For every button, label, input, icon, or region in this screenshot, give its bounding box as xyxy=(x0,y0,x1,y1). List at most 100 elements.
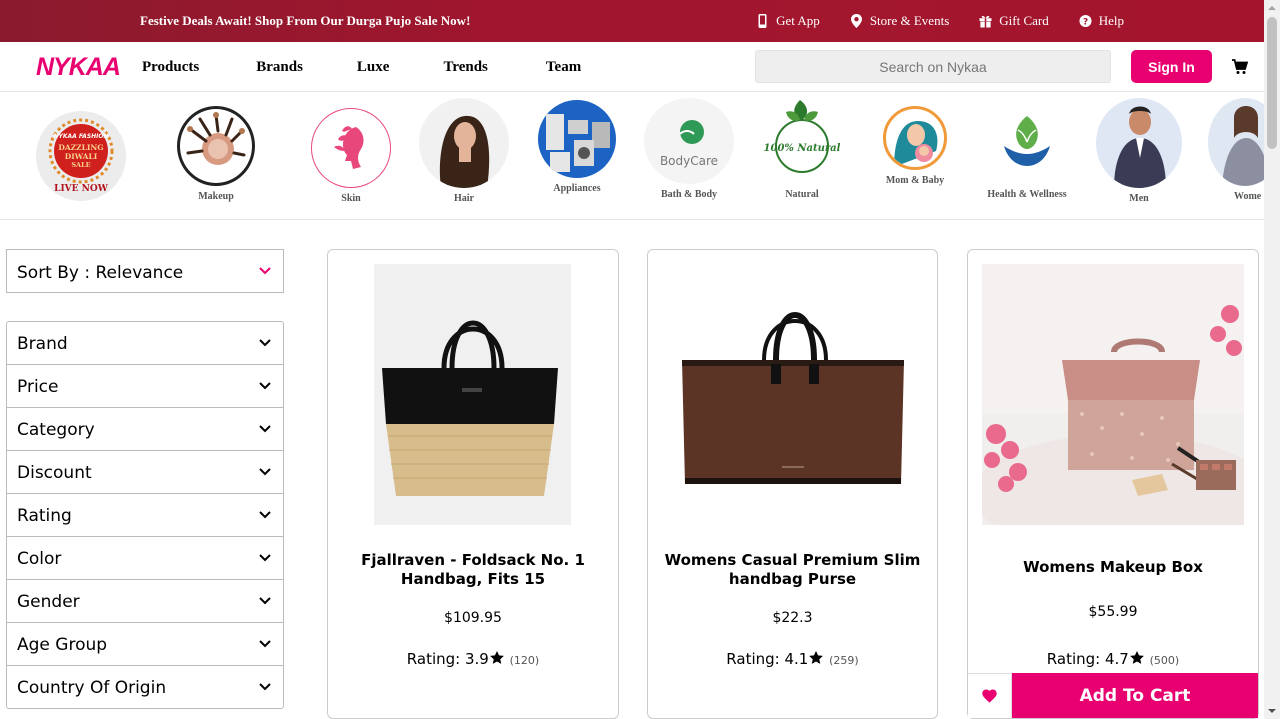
filter-category[interactable]: Category xyxy=(7,408,283,451)
card-actions: Add To Cart xyxy=(968,673,1258,718)
chevron-down-icon xyxy=(259,468,271,476)
product-title[interactable]: Womens Makeup Box xyxy=(978,558,1248,577)
gift-card-link[interactable]: Gift Card xyxy=(979,13,1049,29)
category-women[interactable]: Wome xyxy=(1208,98,1264,202)
promo-banner: Festive Deals Await! Shop From Our Durga… xyxy=(0,0,1264,42)
filter-label: Rating xyxy=(17,506,72,526)
category-hair[interactable]: Hair xyxy=(419,98,509,204)
filter-age-group[interactable]: Age Group xyxy=(7,623,283,666)
category-health-wellness[interactable]: Health & Wellness xyxy=(982,98,1072,200)
sign-in-button[interactable]: Sign In xyxy=(1131,50,1212,83)
chevron-down-icon xyxy=(259,597,271,605)
get-app-label: Get App xyxy=(776,13,820,28)
chevron-down-icon xyxy=(259,554,271,562)
product-rating: Rating: 3.9 (120) xyxy=(328,650,618,668)
help-link[interactable]: ? Help xyxy=(1079,13,1124,29)
promo-text[interactable]: Festive Deals Await! Shop From Our Durga… xyxy=(140,13,470,29)
store-events-link[interactable]: Store & Events xyxy=(850,13,949,29)
filter-label: Category xyxy=(17,420,95,440)
category-makeup[interactable]: Makeup xyxy=(171,98,261,202)
category-label-mom-baby: Mom & Baby xyxy=(885,175,945,186)
health-wellness-thumbnail xyxy=(984,98,1070,184)
category-label-hair: Hair xyxy=(454,193,474,204)
rating-count: (500) xyxy=(1149,654,1180,667)
store-events-label: Store & Events xyxy=(869,13,950,28)
utility-links: Get App Store & Events Gift Card ? Help xyxy=(756,13,1124,29)
diwali-sale-emblem: NYKAA FASHION DAZZLING DIWALI SALE LIVE … xyxy=(48,118,114,194)
bath-body-thumbnail: BodyCare xyxy=(644,98,734,184)
category-appliances[interactable]: Appliances xyxy=(532,98,622,194)
nav-luxe[interactable]: Luxe xyxy=(357,59,390,76)
chevron-down-icon xyxy=(259,382,271,390)
filter-discount[interactable]: Discount xyxy=(7,451,283,494)
nav-team[interactable]: Team xyxy=(546,59,581,76)
category-label-natural: Natural xyxy=(785,189,819,200)
product-title[interactable]: Womens Casual Premium Slim handbag Purse xyxy=(658,551,927,589)
add-to-cart-button[interactable]: Add To Cart xyxy=(1012,673,1258,718)
product-card[interactable]: Womens Makeup Box $55.99 Rating: 4.7 (50… xyxy=(967,249,1259,719)
nav-trends[interactable]: Trends xyxy=(443,59,487,76)
heart-icon xyxy=(982,689,997,703)
filter-price[interactable]: Price xyxy=(7,365,283,408)
wishlist-button[interactable] xyxy=(968,673,1012,718)
nykaa-logo[interactable]: NYKAA xyxy=(36,53,121,82)
sort-label: Sort By : Relevance xyxy=(17,263,184,283)
category-mom-baby[interactable]: Mom & Baby xyxy=(870,98,960,186)
mom-baby-thumbnail xyxy=(883,106,947,170)
gift-icon xyxy=(979,15,992,28)
gift-card-label: Gift Card xyxy=(999,13,1049,28)
star-icon xyxy=(1129,651,1144,664)
category-skin[interactable]: Skin xyxy=(306,98,396,204)
cart-icon[interactable] xyxy=(1232,59,1248,75)
product-image[interactable] xyxy=(678,264,908,525)
category-label-men: Men xyxy=(1129,193,1149,204)
product-price: $109.95 xyxy=(444,610,502,626)
location-pin-icon xyxy=(850,14,862,28)
category-bath-body[interactable]: BodyCare Bath & Body xyxy=(644,98,734,200)
page-scrollbar[interactable] xyxy=(1264,0,1280,719)
category-men[interactable]: Men xyxy=(1094,98,1184,204)
scroll-up-arrow-icon[interactable] xyxy=(1264,0,1280,16)
category-live-sale[interactable]: NYKAA FASHION DAZZLING DIWALI SALE LIVE … xyxy=(36,111,126,201)
filter-brand[interactable]: Brand xyxy=(7,322,283,365)
filter-label: Brand xyxy=(17,334,68,354)
rating-count: (120) xyxy=(509,654,540,667)
product-title[interactable]: Fjallraven - Foldsack No. 1 Handbag, Fit… xyxy=(338,551,608,589)
scrollbar-thumb[interactable] xyxy=(1267,17,1277,149)
rating-value: Rating: 4.7 xyxy=(1046,650,1129,668)
product-image[interactable] xyxy=(374,264,571,525)
category-natural[interactable]: 100% Natural Natural xyxy=(757,98,847,200)
live-badge-line1: DAZZLING xyxy=(58,143,103,152)
filter-rating[interactable]: Rating xyxy=(7,494,283,537)
live-badge-line2: DIWALI xyxy=(65,152,98,161)
product-card[interactable]: Womens Casual Premium Slim handbag Purse… xyxy=(647,249,938,719)
product-rating: Rating: 4.1 (259) xyxy=(648,650,937,668)
rating-value: Rating: 3.9 xyxy=(406,650,489,668)
sort-dropdown[interactable]: Sort By : Relevance xyxy=(6,249,284,293)
nav-brands[interactable]: Brands xyxy=(256,59,303,76)
bodycare-logo-text: BodyCare xyxy=(660,154,718,168)
category-label-health-wellness: Health & Wellness xyxy=(987,189,1067,200)
product-card[interactable]: Fjallraven - Foldsack No. 1 Handbag, Fit… xyxy=(327,249,619,719)
product-image[interactable] xyxy=(982,264,1244,525)
filter-country-of-origin[interactable]: Country Of Origin xyxy=(7,666,283,708)
star-icon xyxy=(489,651,504,664)
search-input[interactable] xyxy=(755,50,1111,83)
category-label-women: Wome xyxy=(1234,191,1262,202)
hair-thumbnail xyxy=(419,98,509,188)
filter-panel: Brand Price Category Discount Rating Col… xyxy=(6,321,284,709)
chevron-down-icon xyxy=(259,425,271,433)
get-app-link[interactable]: Get App xyxy=(756,13,820,29)
live-now-text: LIVE NOW xyxy=(54,184,109,194)
live-badge-line3: SALE xyxy=(71,161,90,169)
category-label-bath-body: Bath & Body xyxy=(660,189,718,200)
live-badge-brand: NYKAA FASHION xyxy=(53,133,108,140)
scroll-down-arrow-icon[interactable] xyxy=(1264,703,1280,719)
category-label-appliances: Appliances xyxy=(553,183,601,194)
rating-count: (259) xyxy=(829,654,859,667)
filter-gender[interactable]: Gender xyxy=(7,580,283,623)
product-price: $55.99 xyxy=(1088,604,1138,620)
nav-products[interactable]: Products xyxy=(142,59,199,76)
filter-color[interactable]: Color xyxy=(7,537,283,580)
svg-text:?: ? xyxy=(1083,17,1088,27)
